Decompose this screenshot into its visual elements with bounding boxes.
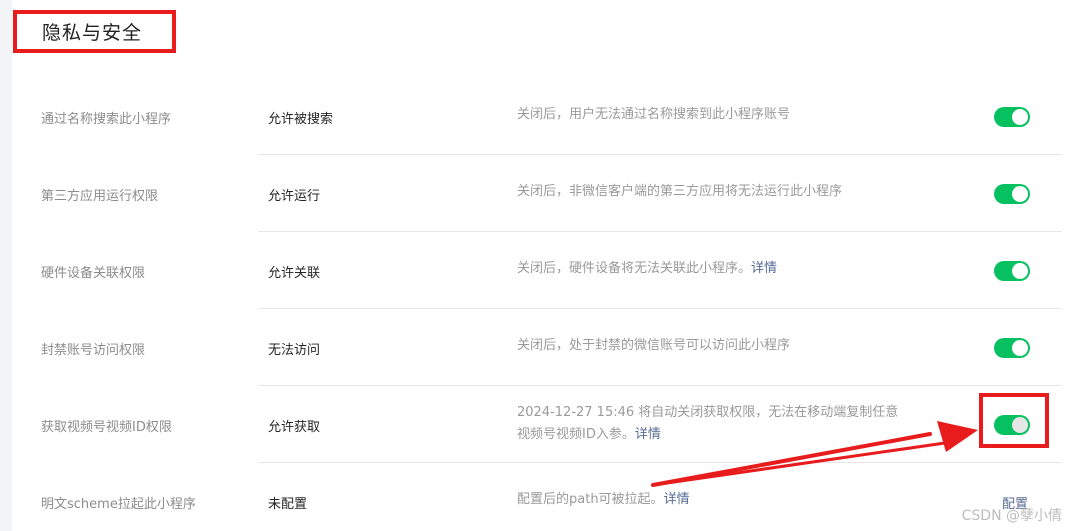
search-toggle[interactable]: [994, 107, 1030, 127]
setting-description: 关闭后，处于封禁的微信账号可以访问此小程序: [517, 335, 937, 357]
setting-value: 允许被搜索: [268, 112, 334, 127]
description-text: 关闭后，硬件设备将无法关联此小程序。: [517, 261, 752, 276]
setting-description: 关闭后，硬件设备将无法关联此小程序。详情: [517, 258, 937, 280]
row-divider: [258, 385, 1062, 386]
description-text: 视频号视频ID入参。: [517, 427, 635, 442]
row-divider: [258, 308, 1062, 309]
setting-label: 明文scheme拉起此小程序: [41, 497, 196, 512]
setting-description: 配置后的path可被拉起。详情: [517, 489, 937, 511]
setting-label: 获取视频号视频ID权限: [41, 420, 172, 435]
setting-description: 关闭后，非微信客户端的第三方应用将无法运行此小程序: [517, 181, 937, 203]
setting-label: 硬件设备关联权限: [41, 266, 146, 281]
hardware-toggle[interactable]: [994, 261, 1030, 281]
row-divider: [258, 462, 1062, 463]
row-divider: [258, 154, 1062, 155]
watermark: CSDN @孽小倩: [961, 508, 1062, 524]
setting-value: 允许运行: [268, 189, 321, 204]
description-text: 关闭后，处于封禁的微信账号可以访问此小程序: [517, 338, 791, 353]
banned-toggle[interactable]: [994, 338, 1030, 358]
setting-description: 关闭后，用户无法通过名称搜索到此小程序账号: [517, 104, 937, 126]
description-text: 关闭后，用户无法通过名称搜索到此小程序账号: [517, 107, 791, 122]
toggle-highlight-box: [979, 393, 1049, 448]
setting-value: 允许获取: [268, 420, 321, 435]
toggle-knob: [1012, 263, 1028, 279]
setting-value: 允许关联: [268, 266, 321, 281]
description-text: 配置后的path可被拉起。: [517, 492, 664, 507]
toggle-knob: [1012, 186, 1028, 202]
third-party-toggle[interactable]: [994, 184, 1030, 204]
setting-description: 2024-12-27 15:46 将自动关闭获取权限，无法在移动端复制任意 视频…: [517, 402, 937, 446]
toggle-knob: [1012, 340, 1028, 356]
details-link[interactable]: 详情: [635, 427, 661, 442]
toggle-knob: [1012, 109, 1028, 125]
setting-value: 无法访问: [268, 343, 321, 358]
setting-label: 通过名称搜索此小程序: [41, 112, 172, 127]
setting-value: 未配置: [268, 497, 308, 512]
title-highlight-box: [13, 10, 176, 53]
description-text: 关闭后，非微信客户端的第三方应用将无法运行此小程序: [517, 184, 843, 199]
setting-label: 封禁账号访问权限: [41, 343, 146, 358]
setting-label: 第三方应用运行权限: [41, 189, 159, 204]
details-link[interactable]: 详情: [751, 261, 777, 276]
row-divider: [258, 231, 1062, 232]
description-text: 2024-12-27 15:46 将自动关闭获取权限，无法在移动端复制任意: [517, 405, 899, 420]
details-link[interactable]: 详情: [664, 492, 690, 507]
left-panel-edge: [0, 0, 12, 531]
